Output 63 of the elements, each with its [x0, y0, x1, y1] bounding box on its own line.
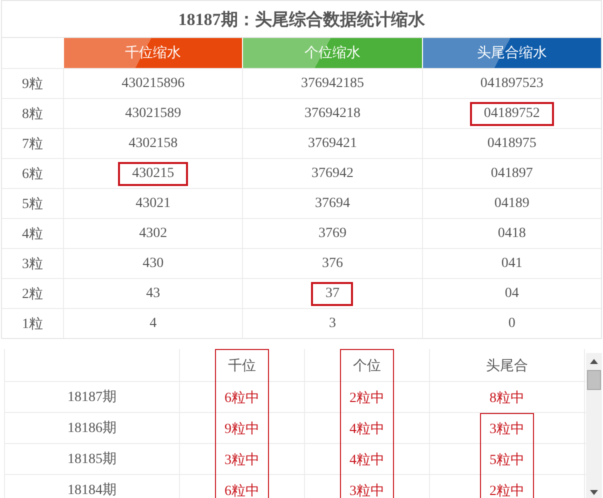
table-cell-text: 0418975 — [486, 134, 538, 152]
row-label: 5粒 — [22, 196, 43, 212]
result-value: 5粒中 — [490, 452, 524, 468]
result-value: 2粒中 — [490, 482, 524, 498]
table-cell-text: 4302 — [138, 224, 168, 242]
row-label: 9粒 — [22, 76, 43, 92]
table-cell-text: 376 — [320, 254, 344, 272]
result-value: 3粒中 — [490, 420, 524, 438]
table-cell: 04189752 — [470, 102, 554, 126]
table-cell-text: 4 — [148, 314, 158, 332]
period-label: 18186期 — [68, 420, 116, 437]
result-value: 9粒中 — [224, 420, 260, 438]
table-cell-text: 0418 — [496, 224, 527, 242]
table-cell-text: 430 — [142, 254, 165, 272]
column-header: 千位缩水 — [63, 38, 242, 68]
table-cell-text: 3769 — [317, 224, 348, 242]
table-cell-text: 3 — [328, 314, 337, 332]
row-label: 6粒 — [22, 166, 43, 182]
row-label: 4粒 — [22, 226, 43, 242]
table-title: 18187期：头尾综合数据统计缩水 — [178, 8, 425, 30]
scrollbar[interactable] — [586, 353, 602, 498]
scroll-up-icon[interactable] — [590, 359, 598, 364]
result-value: 3粒中 — [350, 482, 384, 498]
column-header: 头尾合 — [486, 358, 528, 374]
table-cell-text: 3769421 — [306, 134, 358, 152]
period-label: 18185期 — [68, 450, 116, 468]
table-cell: 37 — [311, 282, 354, 306]
table-cell-text: 376942185 — [300, 74, 365, 92]
result-value: 4粒中 — [350, 452, 384, 468]
column-header: 千位 — [228, 358, 256, 375]
table-cell-text: 37694218 — [303, 104, 362, 122]
table-cell-text: 041897523 — [479, 74, 544, 92]
scroll-thumb[interactable] — [587, 370, 601, 390]
table-cell-text: 37694 — [314, 194, 351, 212]
table-cell-text: 041 — [500, 254, 524, 272]
column-header: 个位缩水 — [242, 38, 422, 68]
row-label: 8粒 — [22, 106, 43, 122]
table-cell-text: 4302158 — [128, 134, 179, 152]
result-value: 6粒中 — [224, 390, 260, 406]
table-cell-text: 04189 — [493, 194, 530, 212]
table-cell-text: 04 — [504, 284, 520, 302]
result-value: 4粒中 — [350, 420, 384, 438]
table-cell-text: 0 — [507, 314, 516, 332]
result-value: 8粒中 — [490, 390, 524, 406]
row-label: 1粒 — [22, 316, 43, 332]
period-label: 18184期 — [68, 482, 116, 498]
table-cell-text: 43021589 — [124, 104, 182, 122]
row-label: 7粒 — [22, 136, 43, 152]
row-label: 3粒 — [22, 256, 43, 272]
table-cell-text: 376942 — [310, 164, 354, 182]
row-label: 2粒 — [22, 286, 43, 302]
column-header: 头尾合缩水 — [422, 38, 601, 68]
table-cell-text: 43021 — [134, 194, 172, 212]
table-cell-text: 041897 — [490, 164, 534, 182]
result-value: 6粒中 — [224, 482, 260, 498]
scroll-down-icon[interactable] — [590, 490, 598, 495]
table-cell: 430215 — [118, 162, 188, 186]
period-label: 18187期 — [68, 388, 116, 406]
column-header: 个位 — [353, 358, 381, 375]
result-value: 3粒中 — [224, 452, 260, 468]
table-cell-text: 430215896 — [120, 74, 186, 92]
result-value: 2粒中 — [350, 390, 384, 406]
table-cell-text: 43 — [145, 284, 162, 302]
